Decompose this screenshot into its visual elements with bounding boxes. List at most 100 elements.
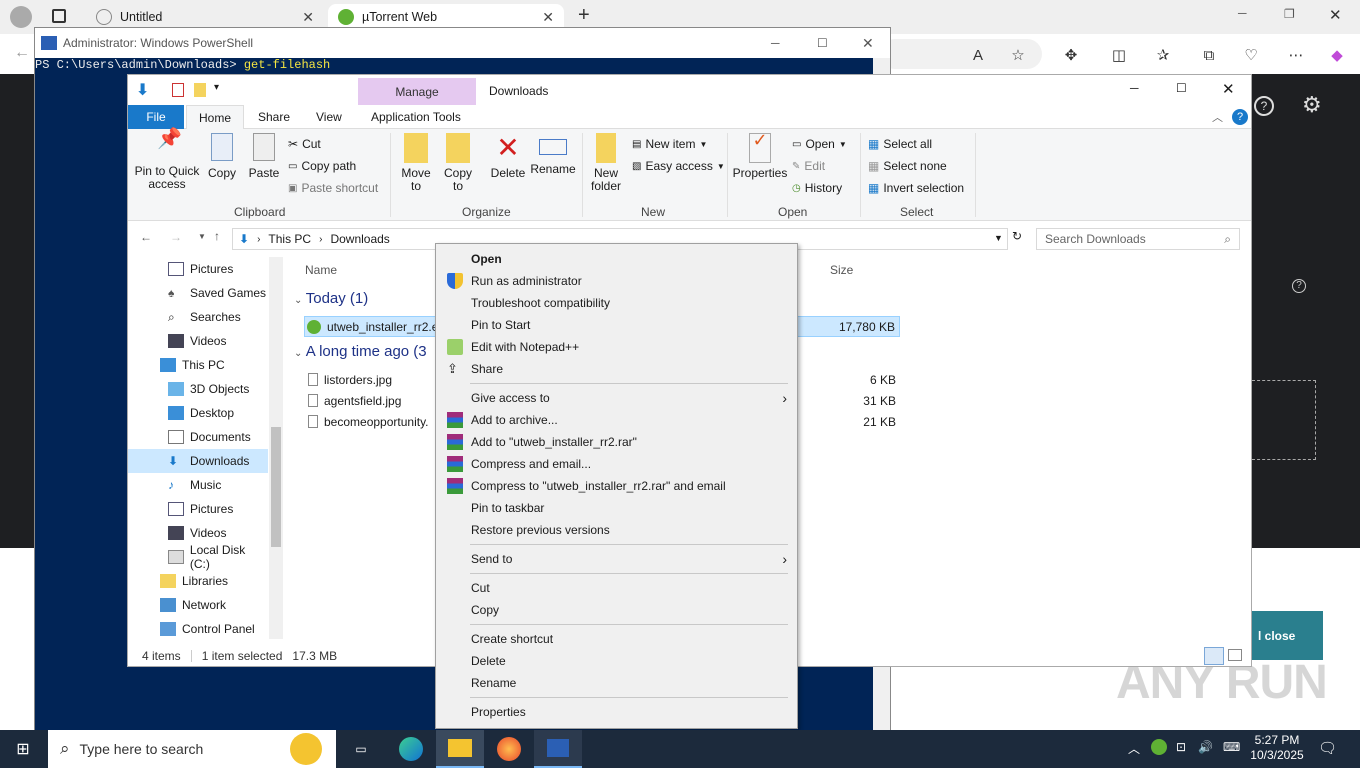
- menu-item-share[interactable]: ⇪ Share: [437, 358, 797, 380]
- nav-item-local-disk[interactable]: Local Disk (C:): [128, 543, 268, 571]
- menu-item-restore-versions[interactable]: Restore previous versions: [437, 519, 797, 541]
- close-button[interactable]: l close: [1252, 611, 1323, 660]
- panel-help-icon[interactable]: ?: [1292, 279, 1306, 293]
- menu-item-add-to-rar[interactable]: Add to "utweb_installer_rr2.rar": [437, 431, 797, 453]
- nav-item-control-panel[interactable]: Control Panel: [128, 617, 268, 641]
- help-icon[interactable]: ?: [1254, 96, 1274, 116]
- properties-button[interactable]: ✓ Properties: [732, 131, 788, 180]
- minimize-icon[interactable]: ─: [1238, 6, 1247, 20]
- new-tab-icon[interactable]: +: [578, 4, 590, 27]
- nav-item-saved-games[interactable]: ♠ Saved Games: [128, 281, 268, 305]
- menu-item-cut[interactable]: Cut: [437, 577, 797, 599]
- volume-icon[interactable]: 🔊: [1198, 740, 1213, 754]
- nav-item-pictures-pc[interactable]: Pictures: [128, 497, 268, 521]
- start-windows-icon[interactable]: ⊞: [8, 734, 38, 764]
- menu-item-give-access[interactable]: Give access to ›: [437, 387, 797, 409]
- breadcrumb-downloads[interactable]: Downloads: [330, 232, 389, 246]
- favorites-icon[interactable]: ✰: [1152, 44, 1174, 66]
- open-button[interactable]: ▭ Open ▼: [792, 137, 847, 151]
- paste-button[interactable]: Paste: [246, 133, 282, 180]
- copy-button[interactable]: Copy: [204, 133, 240, 180]
- tab-actions-icon[interactable]: [52, 9, 66, 23]
- restore-icon[interactable]: ❐: [1284, 7, 1295, 21]
- back-icon[interactable]: ←: [14, 44, 30, 62]
- search-input[interactable]: Search Downloads ⌕: [1036, 228, 1240, 250]
- invert-selection-button[interactable]: ▦ Invert selection: [868, 181, 964, 195]
- history-button[interactable]: ◷ History: [792, 181, 842, 195]
- select-none-button[interactable]: ▦ Select none: [868, 159, 947, 173]
- menu-item-troubleshoot[interactable]: Troubleshoot compatibility: [437, 292, 797, 314]
- nav-item-network[interactable]: Network: [128, 593, 268, 617]
- network-tray-icon[interactable]: ⊡: [1176, 740, 1186, 754]
- menu-item-properties[interactable]: Properties: [437, 701, 797, 723]
- menu-item-open[interactable]: Open: [437, 248, 797, 270]
- menu-item-send-to[interactable]: Send to ›: [437, 548, 797, 570]
- tab-share[interactable]: Share: [246, 105, 302, 129]
- customize-quick-icon[interactable]: ▾: [214, 82, 219, 93]
- breadcrumb-this-pc[interactable]: This PC: [268, 232, 311, 246]
- extensions-icon[interactable]: ✥: [1060, 44, 1082, 66]
- copilot-icon[interactable]: ◆: [1326, 44, 1348, 66]
- profile-avatar[interactable]: [10, 6, 32, 28]
- select-all-button[interactable]: ▦ Select all: [868, 137, 932, 151]
- performance-icon[interactable]: ♡: [1240, 44, 1262, 66]
- copy-to-button[interactable]: Copy to: [438, 133, 478, 193]
- menu-item-pin-to-taskbar[interactable]: Pin to taskbar: [437, 497, 797, 519]
- tab-manage[interactable]: Manage: [358, 78, 476, 106]
- column-header-size[interactable]: Size: [830, 263, 853, 277]
- favorite-star-icon[interactable]: ☆: [1007, 44, 1029, 66]
- column-header-name[interactable]: Name: [305, 263, 337, 277]
- collapse-ribbon-icon[interactable]: ︿: [1212, 109, 1223, 125]
- nav-item-desktop[interactable]: Desktop: [128, 401, 268, 425]
- pin-quick-access-button[interactable]: 📌 Pin to Quick access: [134, 129, 200, 191]
- up-icon[interactable]: ↑: [214, 229, 220, 243]
- scroll-thumb[interactable]: [271, 427, 281, 547]
- minimize-icon[interactable]: ─: [771, 36, 780, 50]
- nav-item-downloads[interactable]: ⬇ Downloads: [128, 449, 268, 473]
- edit-button[interactable]: ✎ Edit: [792, 159, 825, 173]
- copy-path-button[interactable]: ▭ Copy path: [288, 159, 356, 173]
- delete-button[interactable]: ✕ Delete: [488, 133, 528, 180]
- file-explorer-taskbar-button[interactable]: [436, 730, 484, 768]
- address-dropdown-icon[interactable]: ▼: [994, 233, 1003, 243]
- notifications-icon[interactable]: 🗨: [1318, 739, 1337, 757]
- close-window-icon[interactable]: ✕: [1329, 6, 1342, 24]
- menu-item-compress-rar-email[interactable]: Compress to "utweb_installer_rr2.rar" an…: [437, 475, 797, 497]
- utorrent-tray-icon[interactable]: [1151, 739, 1167, 755]
- nav-scrollbar[interactable]: [269, 257, 283, 639]
- menu-item-create-shortcut[interactable]: Create shortcut: [437, 628, 797, 650]
- group-today[interactable]: ⌄ Today (1): [294, 290, 368, 307]
- tab-application-tools[interactable]: Application Tools: [359, 105, 473, 129]
- close-icon[interactable]: ✕: [862, 35, 874, 52]
- refresh-icon[interactable]: ↻: [1012, 229, 1022, 243]
- nav-item-music[interactable]: ♪ Music: [128, 473, 268, 497]
- split-screen-icon[interactable]: ◫: [1108, 44, 1130, 66]
- tab-view[interactable]: View: [304, 105, 354, 129]
- nav-item-pictures[interactable]: Pictures: [128, 257, 268, 281]
- forward-icon[interactable]: →: [170, 230, 182, 244]
- nav-item-libraries[interactable]: Libraries: [128, 569, 268, 593]
- menu-item-delete[interactable]: Delete: [437, 650, 797, 672]
- easy-access-button[interactable]: ▧ Easy access ▼: [632, 159, 725, 173]
- taskbar-search[interactable]: ⌕ Type here to search: [48, 730, 336, 768]
- close-tab-icon[interactable]: ✕: [542, 9, 554, 26]
- new-folder-button[interactable]: New folder: [586, 133, 626, 193]
- menu-item-copy[interactable]: Copy: [437, 599, 797, 621]
- tab-file[interactable]: File: [128, 105, 184, 129]
- maximize-icon[interactable]: ☐: [817, 36, 828, 50]
- clock[interactable]: 5:27 PM 10/3/2025: [1250, 733, 1304, 763]
- read-aloud-icon[interactable]: A: [967, 44, 989, 66]
- nav-item-videos[interactable]: Videos: [128, 329, 268, 353]
- menu-item-run-as-admin[interactable]: Run as administrator: [437, 270, 797, 292]
- menu-item-add-to-archive[interactable]: Add to archive...: [437, 409, 797, 431]
- menu-item-rename[interactable]: Rename: [437, 672, 797, 694]
- rename-button[interactable]: Rename: [530, 133, 576, 176]
- recent-dropdown-icon[interactable]: ▼: [198, 232, 206, 241]
- close-tab-icon[interactable]: ✕: [302, 9, 314, 26]
- maximize-icon[interactable]: ☐: [1176, 81, 1187, 95]
- keyboard-icon[interactable]: ⌨: [1223, 740, 1240, 754]
- menu-item-edit-notepadpp[interactable]: Edit with Notepad++: [437, 336, 797, 358]
- menu-item-compress-email[interactable]: Compress and email...: [437, 453, 797, 475]
- properties-quick-icon[interactable]: [172, 83, 184, 97]
- back-icon[interactable]: ←: [140, 230, 152, 244]
